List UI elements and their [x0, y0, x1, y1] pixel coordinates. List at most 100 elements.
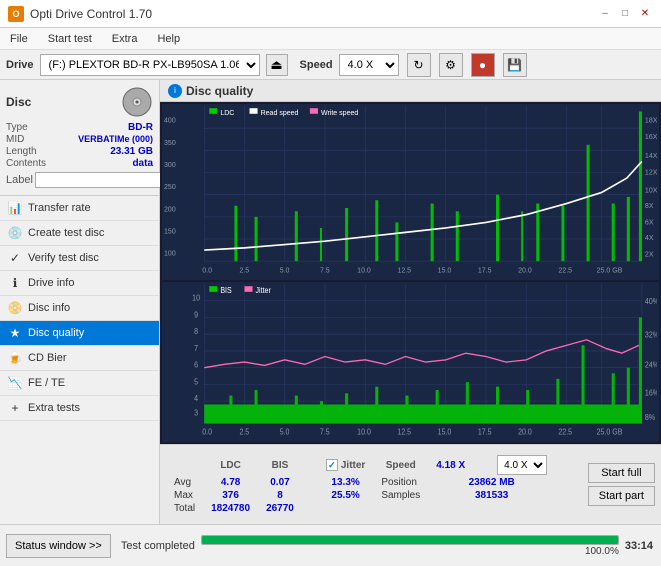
extra-tests-icon: +: [8, 401, 22, 415]
svg-text:8X: 8X: [645, 201, 654, 210]
svg-text:10.0: 10.0: [357, 265, 371, 274]
type-value: BD-R: [128, 122, 153, 133]
sidebar-item-transfer-rate[interactable]: 📊Transfer rate: [0, 196, 159, 221]
maximize-button[interactable]: □: [617, 6, 633, 22]
svg-text:Write speed: Write speed: [321, 108, 358, 117]
fe-te-label: FE / TE: [28, 377, 65, 389]
status-time: 33:14: [625, 540, 653, 552]
sidebar-item-cd-bier[interactable]: 🍺CD Bier: [0, 346, 159, 371]
refresh-button[interactable]: ↻: [407, 53, 431, 77]
svg-text:7.5: 7.5: [320, 427, 330, 436]
mid-label: MID: [6, 134, 24, 145]
bottom-chart: BIS Jitter 10 9 8 7 6 5 4 3 40% 32% 24%: [162, 282, 659, 442]
progress-bar-outer: [201, 535, 619, 545]
total-bis: 26770: [258, 502, 302, 515]
contents-label: Contents: [6, 158, 46, 169]
menu-start-test[interactable]: Start test: [42, 31, 98, 47]
svg-text:4X: 4X: [645, 233, 654, 242]
progress-area: 100.0%: [195, 535, 625, 557]
sidebar-item-extra-tests[interactable]: + Extra tests: [0, 396, 159, 421]
svg-text:5: 5: [194, 377, 198, 386]
speed-label: Speed: [300, 59, 333, 71]
svg-text:2.5: 2.5: [239, 265, 249, 274]
fe-te-icon: 📉: [8, 376, 22, 390]
start-full-button[interactable]: Start full: [588, 463, 655, 483]
jitter-label: Jitter: [341, 460, 365, 471]
svg-text:20.0: 20.0: [518, 265, 532, 274]
speed-select[interactable]: 4.0 X: [339, 54, 399, 76]
menu-help[interactable]: Help: [151, 31, 186, 47]
verify-test-disc-icon: ✓: [8, 251, 22, 265]
color-button[interactable]: ●: [471, 53, 495, 77]
svg-text:9: 9: [194, 310, 198, 319]
svg-text:4: 4: [194, 394, 198, 403]
menubar: File Start test Extra Help: [0, 28, 661, 50]
stats-table: LDC BIS ✓ Jitter Speed 4.18 X: [166, 454, 580, 515]
jitter-checkbox[interactable]: ✓: [326, 459, 338, 471]
length-label: Length: [6, 146, 37, 157]
minimize-button[interactable]: –: [597, 6, 613, 22]
disc-label-input[interactable]: [35, 172, 173, 188]
svg-text:24%: 24%: [645, 360, 657, 369]
start-part-button[interactable]: Start part: [588, 486, 655, 506]
sidebar-item-disc-quality[interactable]: ★Disc quality: [0, 321, 159, 346]
disc-panel: Disc Type BD-R MID VERBATIMe (000) Lengt…: [0, 80, 159, 196]
disc-title: Disc: [6, 95, 31, 109]
svg-text:0.0: 0.0: [202, 427, 212, 436]
cd-bier-icon: 🍺: [8, 351, 22, 365]
sidebar-item-disc-info[interactable]: 📀Disc info: [0, 296, 159, 321]
max-row: Max 376 8 25.5% Samples 381533: [166, 489, 555, 502]
svg-text:12.5: 12.5: [397, 427, 411, 436]
drive-select[interactable]: (F:) PLEXTOR BD-R PX-LB950SA 1.06: [40, 54, 260, 76]
status-text: Test completed: [121, 540, 195, 552]
extra-tests-label: Extra tests: [28, 402, 80, 414]
sidebar-item-drive-info[interactable]: ℹDrive info: [0, 271, 159, 296]
bottom-chart-svg: BIS Jitter 10 9 8 7 6 5 4 3 40% 32% 24%: [164, 284, 657, 440]
avg-bis: 0.07: [258, 476, 302, 489]
svg-text:15.0: 15.0: [438, 427, 452, 436]
mid-value: VERBATIMe (000): [78, 134, 153, 145]
settings-button[interactable]: ⚙: [439, 53, 463, 77]
avg-ldc: 4.78: [203, 476, 258, 489]
svg-text:0.0: 0.0: [202, 265, 212, 274]
close-button[interactable]: ✕: [637, 6, 653, 22]
drive-info-label: Drive info: [28, 277, 74, 289]
svg-text:BIS: BIS: [220, 285, 231, 294]
statusbar: Status window >> Test completed 100.0% 3…: [0, 524, 661, 566]
total-ldc: 1824780: [203, 502, 258, 515]
create-test-disc-icon: 💿: [8, 226, 22, 240]
svg-text:400: 400: [164, 115, 176, 124]
drive-label: Drive: [6, 59, 34, 71]
max-jitter: 25.5%: [318, 489, 373, 502]
max-label: Max: [166, 489, 203, 502]
total-row: Total 1824780 26770: [166, 502, 555, 515]
svg-text:2.5: 2.5: [239, 427, 249, 436]
svg-text:7.5: 7.5: [320, 265, 330, 274]
menu-extra[interactable]: Extra: [106, 31, 144, 47]
svg-text:350: 350: [164, 137, 176, 146]
sidebar-item-verify-test-disc[interactable]: ✓Verify test disc: [0, 246, 159, 271]
panel-title: Disc quality: [186, 84, 253, 98]
svg-text:100: 100: [164, 248, 176, 257]
disc-info-icon: 📀: [8, 301, 22, 315]
titlebar: O Opti Drive Control 1.70 – □ ✕: [0, 0, 661, 28]
svg-text:8%: 8%: [645, 413, 656, 422]
action-buttons: Start full Start part: [588, 463, 655, 506]
svg-text:Read speed: Read speed: [261, 108, 299, 117]
col-speed-label: Speed: [373, 454, 428, 476]
status-window-button[interactable]: Status window >>: [6, 534, 111, 558]
speed-select-stats[interactable]: 4.0 X: [497, 455, 547, 475]
sidebar-item-create-test-disc[interactable]: 💿Create test disc: [0, 221, 159, 246]
sidebar: Disc Type BD-R MID VERBATIMe (000) Lengt…: [0, 80, 160, 524]
sidebar-item-fe-te[interactable]: 📉 FE / TE: [0, 371, 159, 396]
samples-label: Samples: [373, 489, 428, 502]
save-button[interactable]: 💾: [503, 53, 527, 77]
progress-bar-inner: [202, 536, 618, 544]
avg-label: Avg: [166, 476, 203, 489]
col-ldc: LDC: [203, 454, 258, 476]
eject-button[interactable]: ⏏: [266, 54, 288, 76]
svg-text:5.0: 5.0: [280, 427, 290, 436]
menu-file[interactable]: File: [4, 31, 34, 47]
svg-text:16X: 16X: [645, 132, 657, 141]
svg-text:2X: 2X: [645, 249, 654, 258]
